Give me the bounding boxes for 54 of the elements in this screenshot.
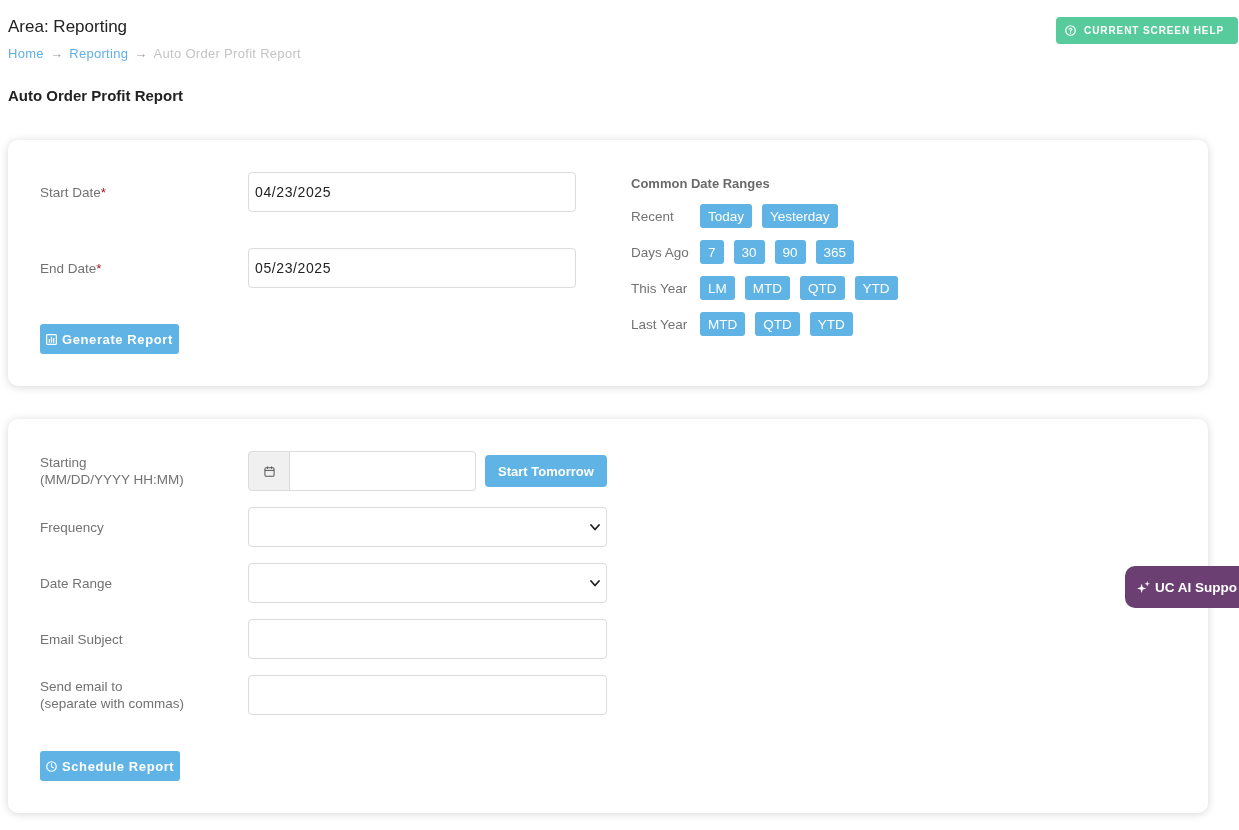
field-hint: (MM/DD/YYYY HH:MM) bbox=[40, 471, 184, 488]
datetime-input[interactable] bbox=[290, 451, 476, 491]
date-input[interactable]: 04/23/2025 bbox=[248, 172, 576, 212]
breadcrumb-current: Auto Order Profit Report bbox=[153, 45, 301, 63]
field-label: Date Range bbox=[40, 574, 113, 592]
section-heading: Common Date Ranges bbox=[631, 175, 771, 193]
range-group-label: Days Ago bbox=[631, 244, 690, 260]
field-label: Frequency bbox=[40, 518, 104, 536]
range-group-label: Recent bbox=[631, 208, 675, 224]
date-range-button[interactable]: MTD bbox=[700, 312, 746, 336]
clock-icon bbox=[46, 760, 57, 772]
breadcrumb-link[interactable]: Reporting bbox=[69, 44, 129, 64]
field-hint: (separate with commas) bbox=[40, 695, 185, 712]
sparkle-icon bbox=[1137, 580, 1150, 594]
calendar-icon bbox=[263, 465, 275, 477]
ai-support-tab[interactable]: UC AI Suppo bbox=[1125, 566, 1239, 608]
help-button[interactable]: CURRENT SCREEN HELP bbox=[1056, 17, 1238, 44]
field-label: End Date* bbox=[40, 259, 103, 277]
range-group-label: This Year bbox=[631, 280, 689, 296]
date-range-button[interactable]: 365 bbox=[815, 240, 855, 264]
bar-chart-icon bbox=[46, 333, 57, 345]
start-tomorrow-button[interactable]: Start Tomorrow bbox=[485, 455, 607, 487]
date-range-button[interactable]: QTD bbox=[755, 312, 800, 336]
date-range-button[interactable]: LM bbox=[700, 276, 735, 300]
schedule-report-button[interactable]: Schedule Report bbox=[40, 751, 181, 781]
chevron-down-icon bbox=[590, 579, 600, 587]
dropdown-field[interactable] bbox=[248, 563, 607, 603]
dropdown-field[interactable] bbox=[248, 507, 607, 547]
date-range-button[interactable]: 90 bbox=[774, 240, 806, 264]
breadcrumb-arrow: → bbox=[49, 45, 64, 63]
field-label: Email Subject bbox=[40, 630, 123, 648]
text-input[interactable] bbox=[248, 675, 607, 715]
breadcrumb-link[interactable]: Home bbox=[8, 44, 44, 64]
calendar-button[interactable] bbox=[248, 451, 290, 491]
generate-report-button[interactable]: Generate Report bbox=[40, 324, 179, 354]
help-icon bbox=[1065, 25, 1077, 36]
date-range-button[interactable]: MTD bbox=[744, 276, 790, 300]
breadcrumb-arrow: → bbox=[134, 45, 148, 63]
field-label: Start Date* bbox=[40, 183, 108, 201]
date-input[interactable]: 05/23/2025 bbox=[248, 248, 576, 288]
date-range-button[interactable]: YTD bbox=[854, 276, 898, 300]
page-title: Auto Order Profit Report bbox=[8, 86, 184, 106]
date-range-button[interactable]: 7 bbox=[700, 240, 724, 264]
field-label: Send email to bbox=[40, 678, 123, 695]
date-range-button[interactable]: 30 bbox=[733, 240, 765, 264]
date-range-button[interactable]: Yesterday bbox=[762, 204, 838, 228]
range-group-label: Last Year bbox=[631, 316, 689, 332]
date-range-button[interactable]: Today bbox=[700, 204, 753, 228]
date-range-button[interactable]: QTD bbox=[800, 276, 845, 300]
text-input[interactable] bbox=[248, 619, 607, 659]
area-title: Area: Reporting bbox=[8, 16, 129, 38]
field-label: Starting bbox=[40, 454, 87, 471]
date-range-button[interactable]: YTD bbox=[809, 312, 853, 336]
chevron-down-icon bbox=[590, 523, 600, 531]
